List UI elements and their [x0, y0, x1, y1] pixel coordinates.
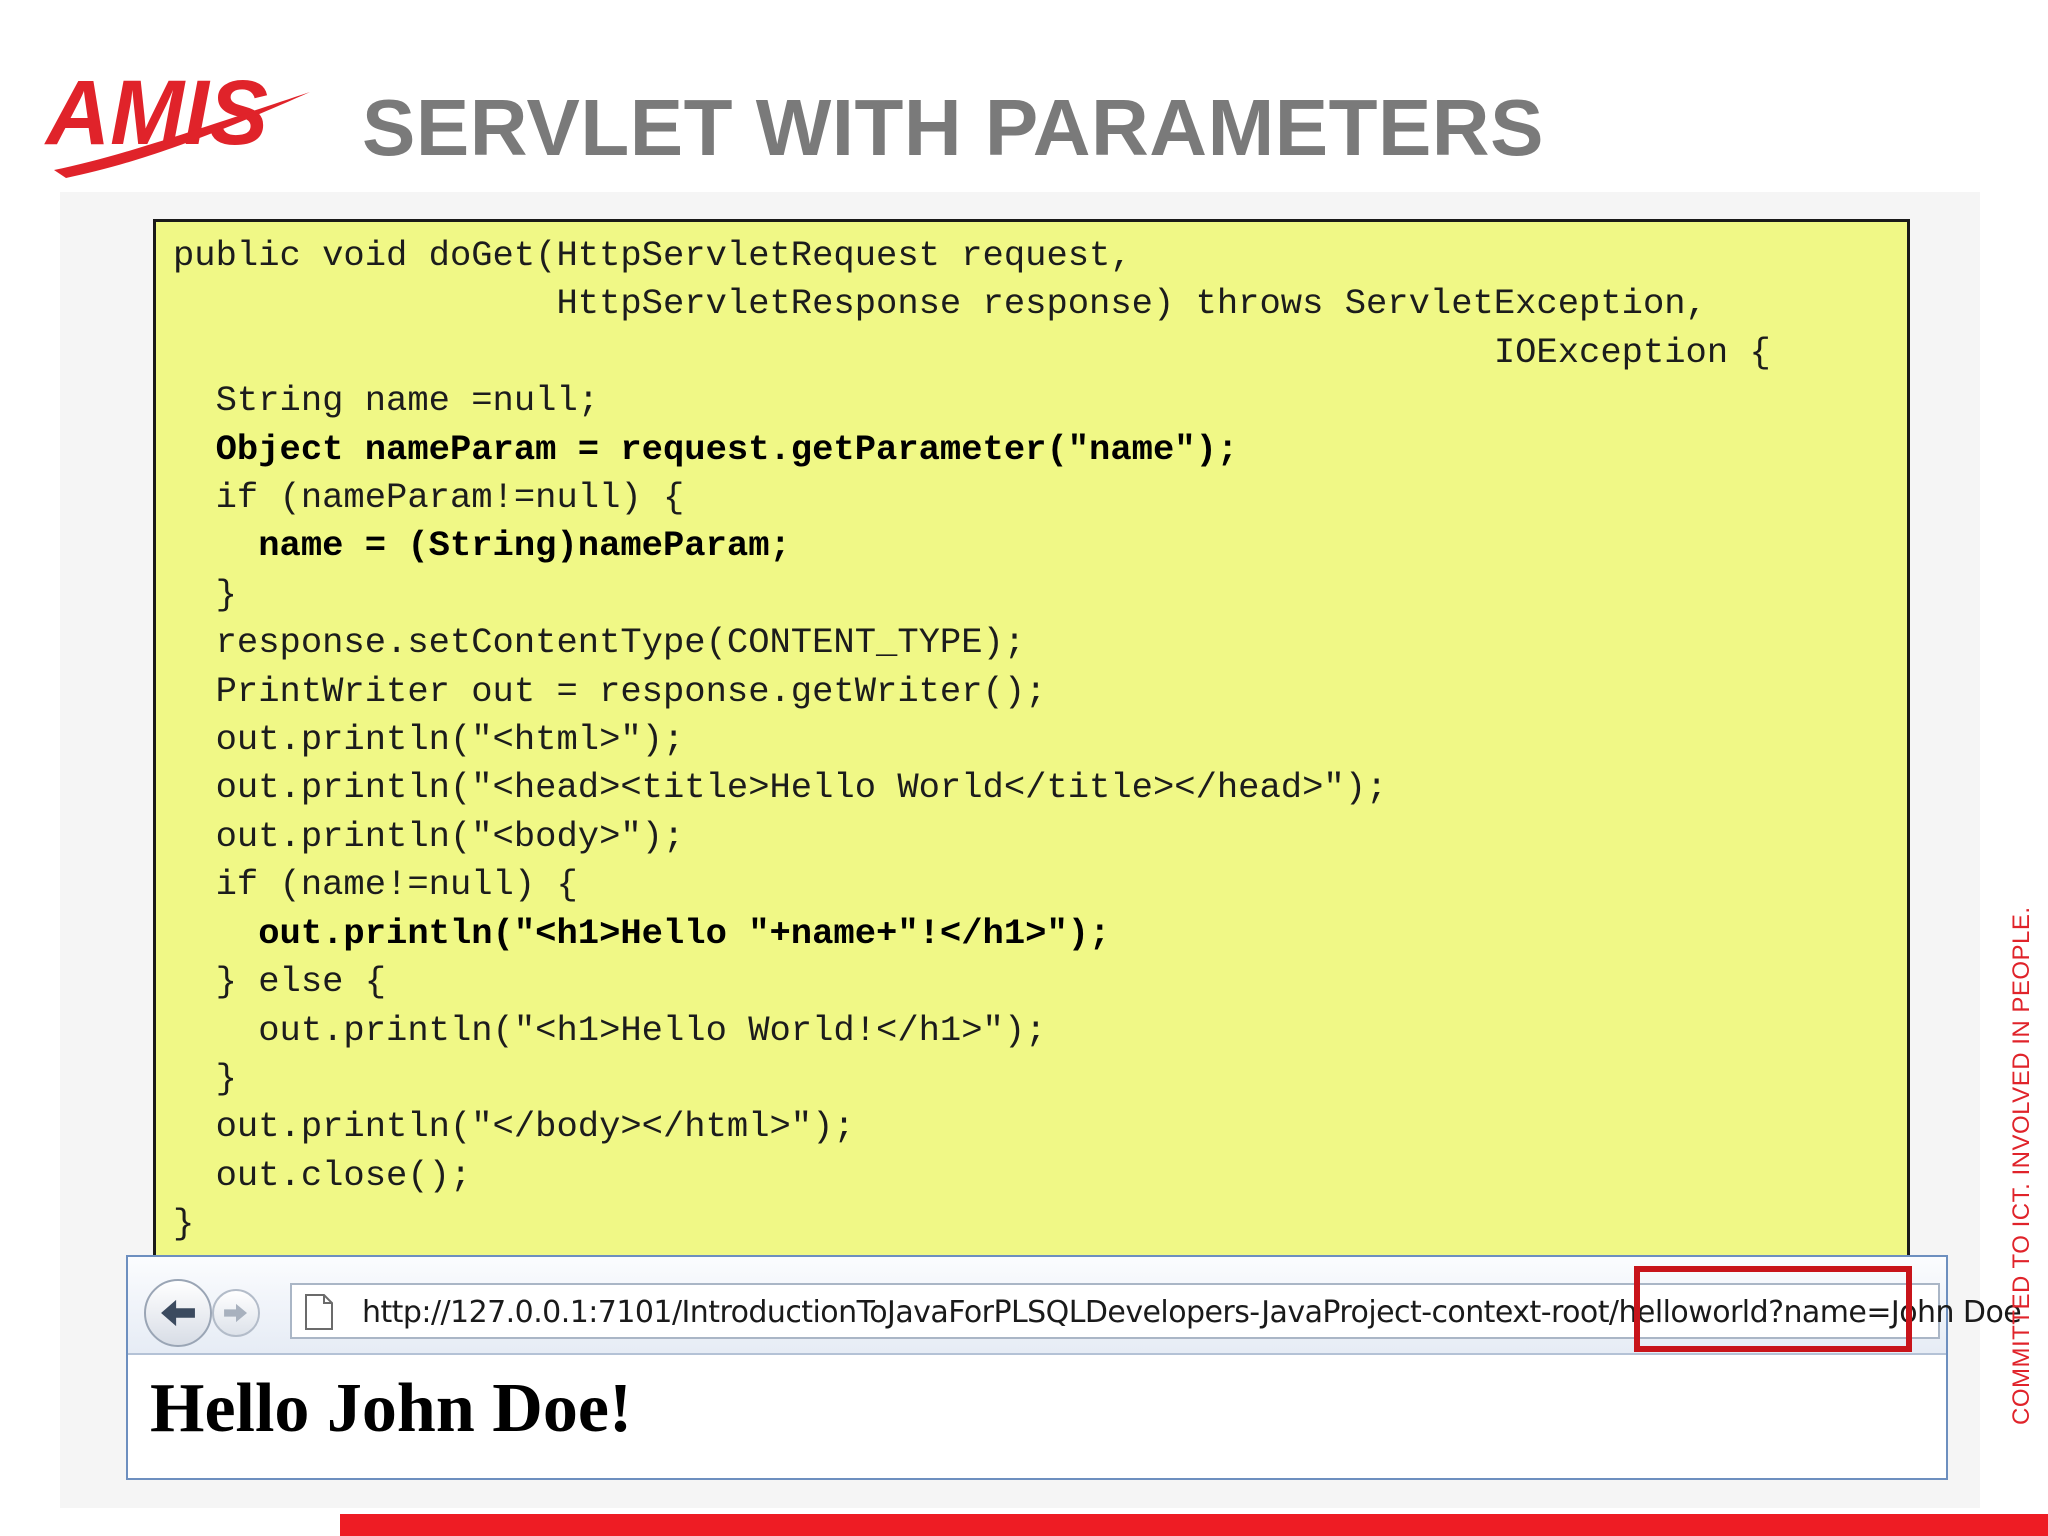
amis-logo: AMIS	[44, 62, 310, 178]
code-line: HttpServletResponse response) throws Ser…	[173, 283, 1707, 325]
page-icon	[305, 1294, 333, 1330]
forward-button[interactable]	[212, 1289, 260, 1337]
arrow-left-icon	[161, 1299, 195, 1327]
code-line: out.println("<h1>Hello World!</h1>");	[173, 1009, 1047, 1051]
code-line: String name =null;	[173, 380, 600, 422]
code-line: if (nameParam!=null) {	[173, 477, 685, 519]
slide-title: SERVLET WITH PARAMETERS	[362, 83, 1544, 172]
code-line: out.println("</body></html>");	[173, 1106, 855, 1148]
code-line: out.println("<head><title>Hello World</t…	[173, 767, 1388, 809]
code-line: } else {	[173, 961, 387, 1003]
page-heading: Hello John Doe!	[150, 1370, 633, 1447]
footer-bar	[340, 1514, 2048, 1536]
code-line: response.setContentType(CONTENT_TYPE);	[173, 622, 1026, 664]
code-line: name = (String)nameParam;	[173, 525, 791, 567]
code-line: }	[173, 1057, 237, 1099]
code-line: out.println("<h1>Hello "+name+"!</h1>");	[173, 912, 1111, 954]
code-line: IOException {	[173, 331, 1771, 373]
code-line: Object nameParam = request.getParameter(…	[173, 428, 1239, 470]
code-line: public void doGet(HttpServletRequest req…	[173, 235, 1132, 276]
sidebar-tagline: COMMITTED TO ICT. INVOLVED IN PEOPLE.	[2008, 906, 2035, 1425]
arrow-right-icon	[224, 1303, 247, 1323]
code-line: }	[173, 573, 237, 615]
code-listing: public void doGet(HttpServletRequest req…	[173, 232, 1771, 1249]
code-line: out.close();	[173, 1154, 472, 1196]
code-line: PrintWriter out = response.getWriter();	[173, 670, 1047, 712]
code-line: out.println("<html>");	[173, 719, 685, 761]
code-line: out.println("<body>");	[173, 815, 685, 857]
code-line: }	[173, 1203, 195, 1245]
url-parameter-highlight	[1634, 1266, 1912, 1352]
back-button[interactable]	[144, 1279, 212, 1347]
code-line: if (name!=null) {	[173, 864, 578, 906]
